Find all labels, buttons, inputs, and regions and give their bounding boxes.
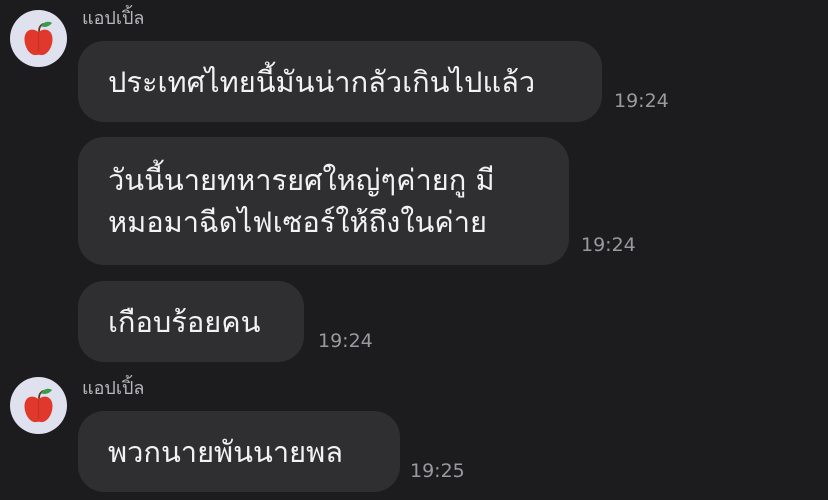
message-timestamp: 19:24 — [318, 330, 373, 352]
message-text: ประเทศไทยนี้มันน่ากลัวเกินไปแล้ว — [108, 64, 536, 99]
message-text: เกือบร้อยคน — [108, 304, 261, 339]
message-bubble[interactable]: ประเทศไทยนี้มันน่ากลัวเกินไปแล้ว — [78, 41, 602, 122]
message-bubble[interactable]: วันนี้นายทหารยศใหญ่ๆค่ายกู มี หมอมาฉีดไฟ… — [78, 137, 569, 265]
message-text: วันนี้นายทหารยศใหญ่ๆค่ายกู มี หมอมาฉีดไฟ… — [108, 163, 495, 239]
message-timestamp: 19:24 — [614, 90, 669, 112]
avatar[interactable] — [10, 377, 67, 434]
message-timestamp: 19:24 — [581, 234, 636, 256]
avatar[interactable] — [10, 10, 67, 67]
red-apple-icon — [24, 21, 53, 56]
red-apple-icon — [24, 388, 53, 423]
message-bubble[interactable]: พวกนายพันนายพล — [78, 411, 400, 492]
sender-name: แอปเปิ้ล — [82, 378, 145, 399]
message-bubble[interactable]: เกือบร้อยคน — [78, 281, 304, 362]
message-timestamp: 19:25 — [410, 460, 465, 482]
sender-name: แอปเปิ้ล — [82, 8, 145, 29]
message-text: พวกนายพันนายพล — [108, 434, 343, 469]
